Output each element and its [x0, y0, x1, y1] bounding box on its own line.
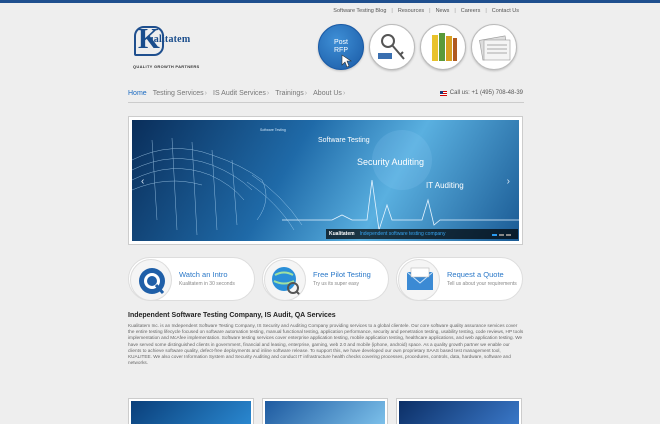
watch-intro-sub: Kualitatem in 30 seconds	[179, 281, 235, 287]
hero-banner: Software Testing Software Testing Securi…	[128, 116, 523, 245]
thumbnail-2[interactable]	[262, 398, 388, 424]
post-rfp-button[interactable]: Post RFP	[318, 24, 364, 70]
intro-paragraph: Kualitatem Inc. is an Independent Softwa…	[128, 323, 524, 366]
nav-about-label: About Us	[313, 90, 342, 97]
banner-caption: Kualitatem Independent software testing …	[326, 229, 518, 239]
top-strip	[0, 0, 660, 3]
top-link-news[interactable]: News	[431, 8, 455, 14]
newspapers-button[interactable]	[471, 24, 517, 70]
main-nav: Home Testing Services› IS Audit Services…	[128, 90, 351, 97]
thumbnail-image	[131, 401, 251, 424]
slide-dot[interactable]	[506, 234, 511, 236]
top-link-resources[interactable]: Resources	[393, 8, 429, 14]
caption-text: Independent software testing company	[359, 231, 446, 237]
call-us: Call us: +1 (495) 708-48-39	[439, 90, 523, 96]
nav-testing-services-label: Testing Services	[152, 90, 204, 97]
video-q-icon	[139, 268, 165, 294]
top-link-contact[interactable]: Contact Us	[487, 8, 524, 14]
free-pilot-box[interactable]: Free Pilot Testing Try us its super easy	[262, 257, 389, 301]
nav-is-audit-services[interactable]: IS Audit Services›	[213, 90, 269, 97]
free-pilot-sub: Try us its super easy	[313, 281, 359, 287]
banner-security-auditing: Security Auditing	[357, 157, 425, 167]
nav-trainings[interactable]: Trainings›	[275, 90, 307, 97]
hero-image: Software Testing Software Testing Securi…	[132, 120, 519, 241]
pilot-icon-circle	[264, 259, 306, 301]
top-links: Software Testing Blog | Resources | News | …	[328, 8, 524, 14]
section-heading: Independent Software Testing Company, IS…	[128, 312, 336, 319]
quote-icon-circle	[398, 259, 440, 301]
call-us-text: Call us: +1 (495) 708-48-39	[449, 90, 523, 96]
newspaper-icon	[479, 35, 511, 61]
banner-it-auditing: IT Auditing	[426, 181, 464, 190]
logo-tagline: QUALITY GROWTH PARTNERS	[133, 64, 200, 69]
watch-intro-title: Watch an Intro	[179, 270, 228, 279]
nav-is-audit-label: IS Audit Services	[213, 90, 266, 97]
nav-trainings-label: Trainings	[275, 90, 304, 97]
slide-dot[interactable]	[492, 234, 497, 236]
thumbnail-1[interactable]	[128, 398, 254, 424]
nav-home[interactable]: Home	[128, 90, 147, 97]
free-pilot-title: Free Pilot Testing	[313, 270, 371, 279]
watch-intro-box[interactable]: Watch an Intro Kualitatem in 30 seconds	[128, 257, 255, 301]
banner-software-testing: Software Testing	[318, 137, 370, 144]
globe-magnifier-icon	[272, 267, 302, 297]
nav-testing-services[interactable]: Testing Services›	[153, 90, 207, 97]
thumbnail-row	[128, 398, 522, 424]
caption-brand: Kualitatem	[329, 231, 355, 237]
request-quote-sub: Tell us about your requirements	[447, 281, 517, 287]
prev-slide-icon[interactable]: ‹	[141, 176, 144, 187]
nav-about-us[interactable]: About Us›	[313, 90, 345, 97]
chevron-right-icon: ›	[204, 90, 207, 97]
request-quote-title: Request a Quote	[447, 270, 504, 279]
quick-circles: Post RFP	[318, 24, 517, 70]
slide-dots	[492, 234, 511, 236]
slide-dot[interactable]	[499, 234, 504, 236]
request-quote-box[interactable]: Request a Quote Tell us about your requi…	[396, 257, 523, 301]
kualitatem-logo[interactable]: K ualitatem QUALITY GROWTH PARTNERS	[128, 24, 208, 74]
thumbnail-image	[265, 401, 385, 424]
keys-icon	[378, 34, 405, 60]
top-link-blog[interactable]: Software Testing Blog	[328, 8, 391, 14]
chevron-right-icon: ›	[342, 90, 346, 97]
binders-button[interactable]	[420, 24, 466, 70]
cursor-hand-icon	[341, 54, 352, 68]
next-slide-icon[interactable]: ›	[507, 176, 510, 187]
thumbnail-image	[399, 401, 519, 424]
thumbnail-3[interactable]	[396, 398, 522, 424]
chevron-right-icon: ›	[266, 90, 270, 97]
intro-icon-circle	[130, 259, 172, 301]
security-keys-button[interactable]	[369, 24, 415, 70]
nav-divider	[128, 102, 524, 103]
logo-name: ualitatem	[148, 34, 191, 45]
chevron-right-icon: ›	[304, 90, 308, 97]
banner-small-label: Software Testing	[260, 128, 286, 132]
cta-boxes: Watch an Intro Kualitatem in 30 seconds …	[128, 257, 523, 301]
binders-icon	[432, 33, 457, 61]
envelope-icon	[406, 267, 434, 290]
top-link-careers[interactable]: Careers	[456, 8, 486, 14]
us-flag-icon	[439, 90, 447, 96]
